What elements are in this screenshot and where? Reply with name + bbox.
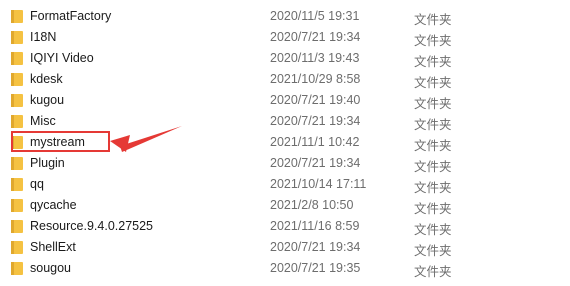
file-date-modified: 2021/2/8 10:50 <box>270 198 354 212</box>
file-type: 文件夹 <box>414 76 452 90</box>
file-date-modified: 2020/11/5 19:31 <box>270 9 360 23</box>
folder-icon <box>11 220 23 233</box>
file-type: 文件夹 <box>414 13 452 27</box>
file-name: Plugin <box>30 156 65 170</box>
file-type: 文件夹 <box>414 244 452 258</box>
file-type: 文件夹 <box>414 202 452 216</box>
file-date-modified: 2020/7/21 19:34 <box>270 240 361 254</box>
file-row[interactable]: IQIYI Video 2020/11/3 19:43 文件夹 <box>0 48 570 69</box>
file-type: 文件夹 <box>414 55 452 69</box>
folder-icon <box>11 94 23 107</box>
file-date-modified: 2020/7/21 19:34 <box>270 156 361 170</box>
file-row[interactable]: sougou 2020/7/21 19:35 文件夹 <box>0 258 570 279</box>
folder-icon <box>11 241 23 254</box>
file-row[interactable]: mystream 2021/11/1 10:42 文件夹 <box>0 132 570 153</box>
file-type: 文件夹 <box>414 139 452 153</box>
file-row[interactable]: kugou 2020/7/21 19:40 文件夹 <box>0 90 570 111</box>
file-name: Misc <box>30 114 56 128</box>
file-name: I18N <box>30 30 57 44</box>
file-date-modified: 2020/7/21 19:34 <box>270 30 361 44</box>
file-row[interactable]: Resource.9.4.0.27525 2021/11/16 8:59 文件夹 <box>0 216 570 237</box>
file-date-modified: 2021/11/1 10:42 <box>270 135 360 149</box>
file-list: FormatFactory 2020/11/5 19:31 文件夹 I18N 2020/… <box>0 0 570 286</box>
file-row[interactable]: Plugin 2020/7/21 19:34 文件夹 <box>0 153 570 174</box>
folder-icon <box>11 10 23 23</box>
folder-icon <box>11 199 23 212</box>
file-date-modified: 2020/7/21 19:35 <box>270 261 361 275</box>
file-type: 文件夹 <box>414 97 452 111</box>
file-row[interactable]: kdesk 2021/10/29 8:58 文件夹 <box>0 69 570 90</box>
file-name: kugou <box>30 93 65 107</box>
file-row[interactable]: qq 2021/10/14 17:11 文件夹 <box>0 174 570 195</box>
file-name: qycache <box>30 198 77 212</box>
file-type: 文件夹 <box>414 223 452 237</box>
file-type: 文件夹 <box>414 118 452 132</box>
file-type: 文件夹 <box>414 34 452 48</box>
file-name: kdesk <box>30 72 63 86</box>
file-date-modified: 2021/10/14 17:11 <box>270 177 367 191</box>
file-name: ShellExt <box>30 240 76 254</box>
folder-icon <box>11 73 23 86</box>
file-date-modified: 2020/7/21 19:34 <box>270 114 361 128</box>
file-row[interactable]: I18N 2020/7/21 19:34 文件夹 <box>0 27 570 48</box>
file-row[interactable]: Misc 2020/7/21 19:34 文件夹 <box>0 111 570 132</box>
file-row[interactable]: ShellExt 2020/7/21 19:34 文件夹 <box>0 237 570 258</box>
file-date-modified: 2020/7/21 19:40 <box>270 93 361 107</box>
file-date-modified: 2021/10/29 8:58 <box>270 72 361 86</box>
folder-icon <box>11 115 23 128</box>
file-row[interactable]: qycache 2021/2/8 10:50 文件夹 <box>0 195 570 216</box>
file-name: FormatFactory <box>30 9 112 23</box>
file-name: Resource.9.4.0.27525 <box>30 219 154 233</box>
file-name: sougou <box>30 261 72 275</box>
folder-icon <box>11 52 23 65</box>
folder-icon <box>11 178 23 191</box>
file-type: 文件夹 <box>414 160 452 174</box>
file-row[interactable]: FormatFactory 2020/11/5 19:31 文件夹 <box>0 6 570 27</box>
file-date-modified: 2020/11/3 19:43 <box>270 51 360 65</box>
file-type: 文件夹 <box>414 181 452 195</box>
file-name: qq <box>30 177 44 191</box>
file-name: mystream <box>30 135 85 149</box>
file-type: 文件夹 <box>414 265 452 279</box>
folder-icon <box>11 136 23 149</box>
file-date-modified: 2021/11/16 8:59 <box>270 219 360 233</box>
folder-icon <box>11 262 23 275</box>
folder-icon <box>11 157 23 170</box>
file-name: IQIYI Video <box>30 51 94 65</box>
folder-icon <box>11 31 23 44</box>
